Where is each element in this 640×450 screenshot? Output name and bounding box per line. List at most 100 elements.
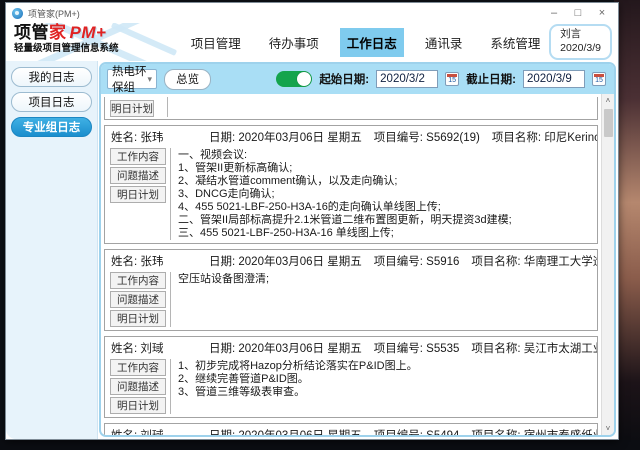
app-logo: 项管家PM+ 轻量级项目管理信息系统 [14,23,182,61]
user-name: 刘言 [560,28,601,42]
group-select-value: 热电环保组 [112,63,147,95]
entry-content-line: 一、视频会议: [178,149,593,162]
filter-toolbar: 热电环保组 ▾ 总览 起始日期: 15 截止日期: 15 [101,64,614,94]
logo-subtitle: 轻量级项目管理信息系统 [14,43,182,55]
entry-header: 姓名: 刘琙日期: 2020年03月06日 星期五项目编号: S5535 项目名称… [105,337,597,358]
end-date-input[interactable] [523,70,585,88]
logo-text-red: 家 [49,23,67,42]
entry-date: 日期: 2020年03月06日 星期五 [209,340,362,356]
log-entry: 姓名: 刘琙日期: 2020年03月06日 星期五 项目编号: S5494 项目名称… [104,423,598,435]
entry-name: 姓名: 张玮 [111,253,209,269]
entry-date: 日期: 2020年03月06日 星期五 [209,253,362,269]
app-header: 项管家PM+ 轻量级项目管理信息系统 项目管理 待办事项 工作日志 通讯录 系统… [6,23,618,61]
group-select[interactable]: 热电环保组 ▾ [107,69,157,89]
taskbar-strip [0,440,640,450]
entry-project-name: 项目名称: 吴江市太湖工业废弃物处理有限公 [471,340,597,356]
log-list-wrap: 明日计划 姓名: 张玮日期: 2020年03月06日 星期五项目编号: S569… [101,94,614,435]
entry-content-line: 3、DNCG走向确认; [178,188,593,201]
log-list: 明日计划 姓名: 张玮日期: 2020年03月06日 星期五项目编号: S569… [101,94,601,435]
window-titlebar: 项管家(PM+) – □ × [6,3,618,23]
sidebar-item-group-log[interactable]: 专业组日志 [11,117,92,137]
chevron-down-icon: ▾ [147,74,152,85]
minimize-button[interactable]: – [542,5,566,21]
scrollbar-thumb[interactable] [604,109,613,137]
log-entry: 姓名: 张玮日期: 2020年03月06日 星期五项目编号: S5916项目名称… [104,249,598,331]
tab-work-log[interactable]: 工作日志 [340,28,404,57]
entry-date: 日期: 2020年03月06日 星期五 [209,129,362,145]
vertical-scrollbar[interactable]: ˄ ˅ [601,94,614,435]
app-window: 项管家(PM+) – □ × 项管家PM+ 轻量级项目管理信息系统 项目管理 待… [5,2,619,440]
entry-header: 姓名: 张玮日期: 2020年03月06日 星期五项目编号: S5916项目名称… [105,250,597,271]
entry-project-no: 项目编号: S5535 [374,340,460,356]
log-entry: 姓名: 刘琙日期: 2020年03月06日 星期五项目编号: S5535 项目名称… [104,336,598,418]
entry-content-line: 二、管架II局部标高提升2.1米管道二维布置图更新，明天提资3d建模; [178,214,593,227]
log-entry-partial: 明日计划 [104,97,598,120]
tab-project-management[interactable]: 项目管理 [184,28,248,57]
sidebar: 我的日志 项目日志 专业组日志 [6,61,98,439]
maximize-button[interactable]: □ [566,5,590,21]
start-date-input[interactable] [376,70,438,88]
entry-project-name: 项目名称: 宿州市泰盛纸业有限公司生活 用 [471,427,597,435]
entry-content-line: 4、455 5021-LBF-250-H3A-16的走向确认单线图上传; [178,201,593,214]
work-content-button[interactable]: 工作内容 [110,359,166,376]
problem-description-button[interactable]: 问题描述 [110,167,166,184]
user-date: 2020/3/9 [560,42,601,56]
entry-body: 工作内容问题描述明日计划空压站设备图澄清; [105,271,597,330]
entry-project-name: 项目名称: 华南理工大学造纸与污染控制国家 [471,253,597,269]
sidebar-item-project-log[interactable]: 项目日志 [11,92,92,112]
entry-name: 姓名: 张玮 [111,129,209,145]
entry-content-line: 2、凝结水管道comment确认，以及走向确认; [178,175,593,188]
window-title: 项管家(PM+) [28,7,542,20]
entry-project-no: 项目编号: S5692(19) [374,129,480,145]
entry-project-no: 项目编号: S5494 [374,427,460,435]
entry-content-line: 三、455 5021-LBF-250-H3A-16 单线图上传; [178,227,593,240]
entry-date: 日期: 2020年03月06日 星期五 [209,427,362,435]
problem-description-button[interactable]: 问题描述 [110,378,166,395]
tomorrow-plan-button[interactable]: 明日计划 [110,186,166,203]
main-nav: 项目管理 待办事项 工作日志 通讯录 系统管理 [182,28,549,57]
log-entry: 姓名: 张玮日期: 2020年03月06日 星期五项目编号: S5692(19)… [104,125,598,244]
overview-button[interactable]: 总览 [164,69,211,90]
end-date-label: 截止日期: [466,71,516,87]
entry-content: 一、视频会议:1、管架II更新标高确认;2、凝结水管道comment确认，以及走… [171,148,597,240]
start-date-label: 起始日期: [319,71,369,87]
app-body: 我的日志 项目日志 专业组日志 热电环保组 ▾ 总览 起始日期: 15 截止日期… [6,61,618,439]
scroll-up-icon[interactable]: ˄ [602,94,615,107]
work-content-button[interactable]: 工作内容 [110,272,166,289]
tomorrow-plan-button[interactable]: 明日计划 [110,397,166,414]
entry-content: 1、初步完成将Hazop分析结论落实在P&ID图上。2、继续完善管道P&ID图。… [171,359,597,414]
tomorrow-plan-button[interactable]: 明日计划 [110,310,166,327]
entry-header: 姓名: 刘琙日期: 2020年03月06日 星期五 项目编号: S5494 项目名称… [105,424,597,435]
entry-name: 姓名: 刘琙 [111,340,209,356]
main-panel: 热电环保组 ▾ 总览 起始日期: 15 截止日期: 15 明日计划 [99,62,616,437]
scroll-down-icon[interactable]: ˅ [602,422,615,435]
entry-content-line: 1、管架II更新标高确认; [178,162,593,175]
filter-toggle[interactable] [276,71,312,87]
close-button[interactable]: × [590,5,614,21]
work-content-button[interactable]: 工作内容 [110,148,166,165]
entry-content-line: 2、继续完善管道P&ID图。 [178,373,593,386]
divider [167,97,168,117]
logo-text-black: 项管 [14,23,49,42]
entry-header: 姓名: 张玮日期: 2020年03月06日 星期五项目编号: S5692(19)… [105,126,597,147]
entry-content-line: 空压站设备图澄清; [178,273,593,286]
problem-description-button[interactable]: 问题描述 [110,291,166,308]
tab-system-management[interactable]: 系统管理 [483,28,547,57]
app-icon [12,8,23,19]
tomorrow-plan-button[interactable]: 明日计划 [110,100,154,117]
entry-buttons: 工作内容问题描述明日计划 [110,148,166,240]
entry-buttons: 工作内容问题描述明日计划 [110,272,166,327]
calendar-icon[interactable]: 15 [592,72,606,86]
entry-content-line: 1、初步完成将Hazop分析结论落实在P&ID图上。 [178,360,593,373]
entry-project-name: 项目名称: 印尼Kerinci 浆厂 [492,129,597,145]
entry-body: 工作内容问题描述明日计划1、初步完成将Hazop分析结论落实在P&ID图上。2、… [105,358,597,417]
toggle-knob [297,72,311,86]
sidebar-item-my-log[interactable]: 我的日志 [11,67,92,87]
tab-todo-items[interactable]: 待办事项 [262,28,326,57]
calendar-icon[interactable]: 15 [445,72,459,86]
user-badge[interactable]: 刘言 2020/3/9 [549,24,612,59]
entry-buttons: 工作内容问题描述明日计划 [110,359,166,414]
tab-contacts[interactable]: 通讯录 [418,28,470,57]
entry-content: 空压站设备图澄清; [171,272,597,327]
entry-name: 姓名: 刘琙 [111,427,209,435]
